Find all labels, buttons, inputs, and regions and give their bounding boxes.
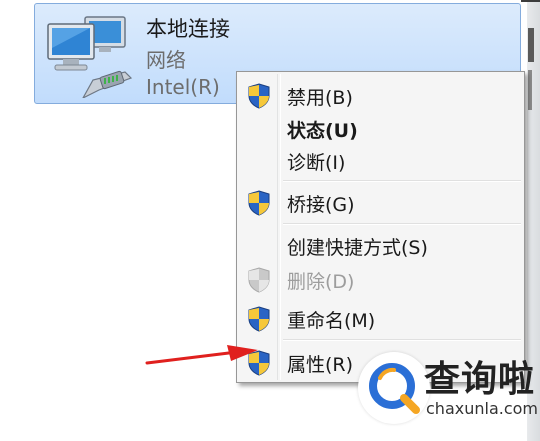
menu-item-delete: 删除(D)	[239, 264, 522, 296]
watermark-brand: 查询啦	[424, 359, 536, 400]
watermark-url: chaxunla.com	[426, 399, 538, 418]
window-edge-top	[521, 0, 540, 2]
uac-shield-disabled-icon	[248, 267, 270, 293]
menu-item-diagnose[interactable]: 诊断(I)	[239, 145, 522, 177]
menu-label-disable: 禁用(B)	[287, 87, 353, 109]
uac-shield-icon	[248, 306, 270, 332]
menu-item-bridge[interactable]: 桥接(G)	[239, 187, 522, 219]
menu-label-status: 状态(U)	[287, 120, 358, 142]
menu-label-properties: 属性(R)	[287, 354, 354, 376]
window-edge-shadow	[528, 70, 532, 110]
menu-item-create-shortcut[interactable]: 创建快捷方式(S)	[239, 230, 522, 262]
menu-separator	[283, 223, 521, 225]
menu-label-delete: 删除(D)	[287, 271, 355, 293]
network-computers-icon	[47, 16, 133, 98]
magnifier-logo-icon	[369, 363, 420, 414]
menu-separator	[283, 339, 521, 341]
connection-name: 本地连接	[146, 17, 230, 41]
uac-shield-icon	[248, 83, 270, 109]
menu-separator	[283, 180, 521, 182]
menu-label-bridge: 桥接(G)	[287, 194, 355, 216]
connection-device: Intel(R)	[146, 75, 220, 99]
menu-item-rename[interactable]: 重命名(M)	[239, 303, 522, 335]
red-arrow-icon	[145, 345, 258, 365]
connection-type: 网络	[146, 48, 186, 72]
uac-shield-icon	[248, 190, 270, 216]
context-menu: 禁用(B) 状态(U) 诊断(I) 桥接(G) 创建快捷方式(S) 删除(D)	[236, 71, 525, 383]
scrollbar-thumb[interactable]	[528, 28, 534, 62]
menu-label-rename: 重命名(M)	[287, 310, 376, 332]
menu-label-diagnose: 诊断(I)	[287, 152, 346, 174]
menu-item-status[interactable]: 状态(U)	[239, 113, 522, 145]
menu-item-disable[interactable]: 禁用(B)	[239, 80, 522, 112]
menu-label-create-shortcut: 创建快捷方式(S)	[287, 237, 428, 259]
